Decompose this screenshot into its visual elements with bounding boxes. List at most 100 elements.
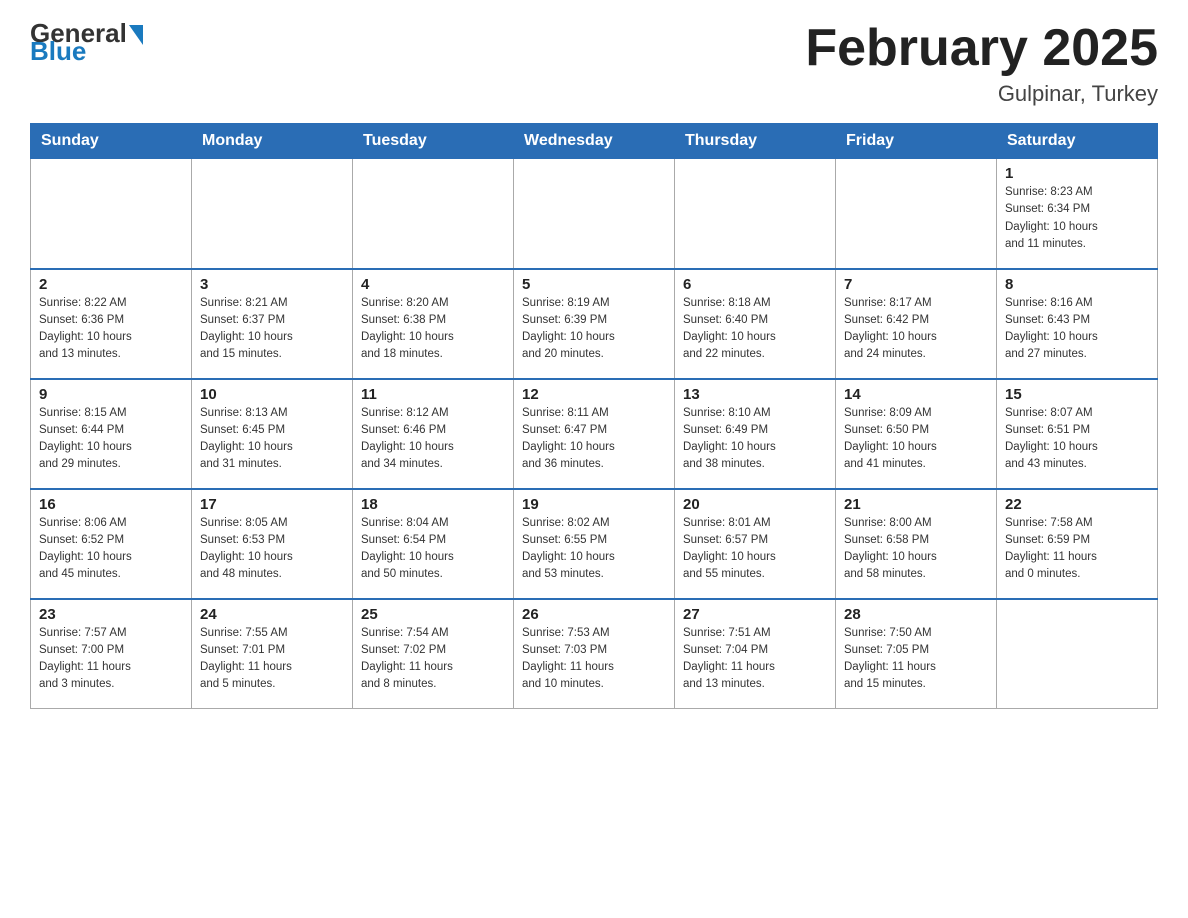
weekday-header-thursday: Thursday xyxy=(675,124,836,159)
day-info: Sunrise: 8:13 AMSunset: 6:45 PMDaylight:… xyxy=(200,405,344,474)
day-info: Sunrise: 7:57 AMSunset: 7:00 PMDaylight:… xyxy=(39,625,183,694)
day-number: 9 xyxy=(39,386,183,403)
day-number: 21 xyxy=(844,496,988,513)
calendar-cell: 26 Sunrise: 7:53 AMSunset: 7:03 PMDayligh… xyxy=(514,599,675,709)
calendar-cell: 21 Sunrise: 8:00 AMSunset: 6:58 PMDayligh… xyxy=(836,489,997,599)
calendar-cell xyxy=(675,159,836,269)
day-info: Sunrise: 8:18 AMSunset: 6:40 PMDaylight:… xyxy=(683,295,827,364)
calendar-cell: 28 Sunrise: 7:50 AMSunset: 7:05 PMDayligh… xyxy=(836,599,997,709)
weekday-header-tuesday: Tuesday xyxy=(353,124,514,159)
calendar-cell: 17 Sunrise: 8:05 AMSunset: 6:53 PMDayligh… xyxy=(192,489,353,599)
day-info: Sunrise: 8:06 AMSunset: 6:52 PMDaylight:… xyxy=(39,515,183,584)
weekday-header-friday: Friday xyxy=(836,124,997,159)
day-info: Sunrise: 8:05 AMSunset: 6:53 PMDaylight:… xyxy=(200,515,344,584)
page-header: General Blue February 2025 Gulpinar, Tur… xyxy=(30,20,1158,107)
calendar-cell: 16 Sunrise: 8:06 AMSunset: 6:52 PMDayligh… xyxy=(31,489,192,599)
day-info: Sunrise: 7:50 AMSunset: 7:05 PMDaylight:… xyxy=(844,625,988,694)
day-number: 14 xyxy=(844,386,988,403)
calendar-cell: 15Sunrise: 8:07 AMSunset: 6:51 PMDayligh… xyxy=(997,379,1158,489)
day-info: Sunrise: 8:12 AMSunset: 6:46 PMDaylight:… xyxy=(361,405,505,474)
day-number: 5 xyxy=(522,276,666,293)
location-label: Gulpinar, Turkey xyxy=(805,81,1158,107)
day-info: Sunrise: 7:58 AMSunset: 6:59 PMDaylight:… xyxy=(1005,515,1149,584)
day-number: 4 xyxy=(361,276,505,293)
calendar-cell: 5Sunrise: 8:19 AMSunset: 6:39 PMDaylight… xyxy=(514,269,675,379)
calendar-cell: 25 Sunrise: 7:54 AMSunset: 7:02 PMDayligh… xyxy=(353,599,514,709)
calendar-cell: 11 Sunrise: 8:12 AMSunset: 6:46 PMDayligh… xyxy=(353,379,514,489)
calendar-cell: 24 Sunrise: 7:55 AMSunset: 7:01 PMDayligh… xyxy=(192,599,353,709)
calendar-cell: 12 Sunrise: 8:11 AMSunset: 6:47 PMDayligh… xyxy=(514,379,675,489)
calendar-cell: 22Sunrise: 7:58 AMSunset: 6:59 PMDayligh… xyxy=(997,489,1158,599)
day-number: 26 xyxy=(522,606,666,623)
calendar-cell: 3 Sunrise: 8:21 AMSunset: 6:37 PMDaylight… xyxy=(192,269,353,379)
calendar-cell xyxy=(836,159,997,269)
title-area: February 2025 Gulpinar, Turkey xyxy=(805,20,1158,107)
day-info: Sunrise: 8:02 AMSunset: 6:55 PMDaylight:… xyxy=(522,515,666,584)
day-number: 25 xyxy=(361,606,505,623)
day-info: Sunrise: 7:51 AMSunset: 7:04 PMDaylight:… xyxy=(683,625,827,694)
calendar-cell: 13 Sunrise: 8:10 AMSunset: 6:49 PMDayligh… xyxy=(675,379,836,489)
day-number: 12 xyxy=(522,386,666,403)
day-info: Sunrise: 8:17 AMSunset: 6:42 PMDaylight:… xyxy=(844,295,988,364)
day-number: 24 xyxy=(200,606,344,623)
month-title: February 2025 xyxy=(805,20,1158,77)
day-number: 28 xyxy=(844,606,988,623)
calendar-cell xyxy=(997,599,1158,709)
day-number: 1 xyxy=(1005,165,1149,182)
day-number: 23 xyxy=(39,606,183,623)
calendar-cell: 18 Sunrise: 8:04 AMSunset: 6:54 PMDayligh… xyxy=(353,489,514,599)
calendar-cell xyxy=(353,159,514,269)
day-number: 10 xyxy=(200,386,344,403)
calendar-cell: 9 Sunrise: 8:15 AMSunset: 6:44 PMDaylight… xyxy=(31,379,192,489)
day-info: Sunrise: 8:16 AMSunset: 6:43 PMDaylight:… xyxy=(1005,295,1149,364)
day-info: Sunrise: 8:15 AMSunset: 6:44 PMDaylight:… xyxy=(39,405,183,474)
weekday-header-sunday: Sunday xyxy=(31,124,192,159)
calendar-cell xyxy=(192,159,353,269)
day-info: Sunrise: 7:53 AMSunset: 7:03 PMDaylight:… xyxy=(522,625,666,694)
day-info: Sunrise: 8:22 AMSunset: 6:36 PMDaylight:… xyxy=(39,295,183,364)
day-number: 19 xyxy=(522,496,666,513)
calendar-cell: 2 Sunrise: 8:22 AMSunset: 6:36 PMDaylight… xyxy=(31,269,192,379)
day-number: 16 xyxy=(39,496,183,513)
calendar-week-row: 1 Sunrise: 8:23 AMSunset: 6:34 PMDaylight… xyxy=(31,159,1158,269)
day-info: Sunrise: 8:21 AMSunset: 6:37 PMDaylight:… xyxy=(200,295,344,364)
calendar-cell xyxy=(31,159,192,269)
weekday-header-monday: Monday xyxy=(192,124,353,159)
calendar-week-row: 2 Sunrise: 8:22 AMSunset: 6:36 PMDaylight… xyxy=(31,269,1158,379)
calendar-table: SundayMondayTuesdayWednesdayThursdayFrid… xyxy=(30,123,1158,709)
day-number: 3 xyxy=(200,276,344,293)
calendar-week-row: 23 Sunrise: 7:57 AMSunset: 7:00 PMDayligh… xyxy=(31,599,1158,709)
day-info: Sunrise: 8:00 AMSunset: 6:58 PMDaylight:… xyxy=(844,515,988,584)
calendar-cell xyxy=(514,159,675,269)
day-info: Sunrise: 8:07 AMSunset: 6:51 PMDaylight:… xyxy=(1005,405,1149,474)
day-number: 6 xyxy=(683,276,827,293)
day-info: Sunrise: 8:04 AMSunset: 6:54 PMDaylight:… xyxy=(361,515,505,584)
logo: General Blue xyxy=(30,20,143,67)
day-number: 27 xyxy=(683,606,827,623)
day-number: 8 xyxy=(1005,276,1149,293)
calendar-cell: 4 Sunrise: 8:20 AMSunset: 6:38 PMDaylight… xyxy=(353,269,514,379)
day-info: Sunrise: 8:11 AMSunset: 6:47 PMDaylight:… xyxy=(522,405,666,474)
day-info: Sunrise: 7:55 AMSunset: 7:01 PMDaylight:… xyxy=(200,625,344,694)
day-info: Sunrise: 8:20 AMSunset: 6:38 PMDaylight:… xyxy=(361,295,505,364)
day-number: 11 xyxy=(361,386,505,403)
day-info: Sunrise: 8:10 AMSunset: 6:49 PMDaylight:… xyxy=(683,405,827,474)
day-info: Sunrise: 8:01 AMSunset: 6:57 PMDaylight:… xyxy=(683,515,827,584)
calendar-cell: 20 Sunrise: 8:01 AMSunset: 6:57 PMDayligh… xyxy=(675,489,836,599)
day-info: Sunrise: 7:54 AMSunset: 7:02 PMDaylight:… xyxy=(361,625,505,694)
calendar-week-row: 9 Sunrise: 8:15 AMSunset: 6:44 PMDaylight… xyxy=(31,379,1158,489)
calendar-week-row: 16 Sunrise: 8:06 AMSunset: 6:52 PMDayligh… xyxy=(31,489,1158,599)
calendar-cell: 6 Sunrise: 8:18 AMSunset: 6:40 PMDaylight… xyxy=(675,269,836,379)
day-info: Sunrise: 8:23 AMSunset: 6:34 PMDaylight:… xyxy=(1005,184,1149,253)
calendar-cell: 19 Sunrise: 8:02 AMSunset: 6:55 PMDayligh… xyxy=(514,489,675,599)
day-number: 20 xyxy=(683,496,827,513)
weekday-header-row: SundayMondayTuesdayWednesdayThursdayFrid… xyxy=(31,124,1158,159)
day-number: 18 xyxy=(361,496,505,513)
calendar-cell: 8 Sunrise: 8:16 AMSunset: 6:43 PMDaylight… xyxy=(997,269,1158,379)
calendar-cell: 27 Sunrise: 7:51 AMSunset: 7:04 PMDayligh… xyxy=(675,599,836,709)
day-number: 17 xyxy=(200,496,344,513)
day-number: 13 xyxy=(683,386,827,403)
logo-blue-text: Blue xyxy=(30,36,86,67)
weekday-header-wednesday: Wednesday xyxy=(514,124,675,159)
day-number: 2 xyxy=(39,276,183,293)
